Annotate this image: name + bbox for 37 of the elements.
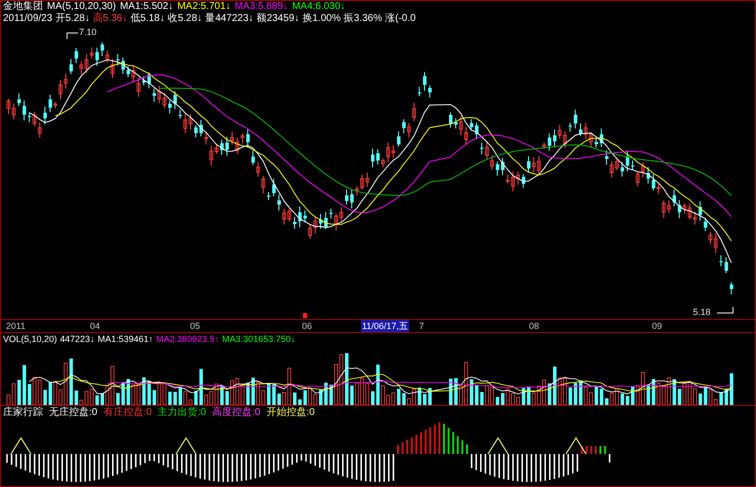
- quote-value: 开5.28↓: [55, 13, 90, 25]
- indicator-value: 有庄控盘:0: [103, 406, 152, 420]
- date-label: 04: [89, 320, 102, 332]
- indicator-label: MA(5,10,20,30): [47, 1, 116, 12]
- indicator-title: 庄家行踪: [3, 406, 43, 420]
- stock-name: 金地集团: [3, 1, 43, 13]
- volume-value: 447223↓: [60, 333, 95, 345]
- quote-value: 涨(-0.0: [385, 13, 416, 25]
- volume-value: MA1:539461↑: [98, 333, 154, 345]
- volume-value: MA2:380923.5↑: [156, 333, 220, 345]
- volume-value: MA3:301653.750↓: [222, 333, 296, 345]
- date-label: 08: [528, 320, 540, 332]
- date-label: 11/06/17,五: [361, 320, 409, 332]
- quote-value: 振3.36%: [344, 13, 382, 25]
- quote-value: 量447223↓: [205, 13, 254, 25]
- indicator-value: 高度控盘:0: [212, 406, 260, 420]
- indicator-label: VOL(5,10,20): [3, 333, 58, 345]
- low-price-label: 5.18: [693, 307, 711, 317]
- quote-value: 高5.36↓: [92, 13, 128, 25]
- date-label: 7: [418, 320, 426, 332]
- high-price-label: 7.10: [79, 27, 97, 37]
- date-label: 05: [189, 320, 202, 332]
- date-label: 2011: [5, 320, 26, 332]
- ma-value: MA3:5.889↓: [234, 1, 288, 12]
- date-label: 06: [301, 320, 314, 332]
- quote-value: 换1.00%: [302, 13, 341, 25]
- date-label: 09: [651, 320, 664, 332]
- ma-value: MA2:5.701↓: [177, 1, 231, 13]
- quote-value: 收5.28↓: [168, 13, 202, 25]
- indicator-value: 无庄控盘:0: [49, 406, 98, 420]
- indicator-value: 开始控盘:0: [266, 406, 315, 420]
- quote-value: 额23459↓: [256, 13, 300, 25]
- ma-value: MA4:6.030↓: [292, 1, 346, 13]
- ma-value: MA1:5.502↓: [120, 1, 174, 13]
- quote-value: 低5.18↓: [130, 13, 165, 25]
- quote-value: 2011/09/23: [3, 13, 52, 25]
- indicator-value: 主力出货:0: [158, 406, 206, 420]
